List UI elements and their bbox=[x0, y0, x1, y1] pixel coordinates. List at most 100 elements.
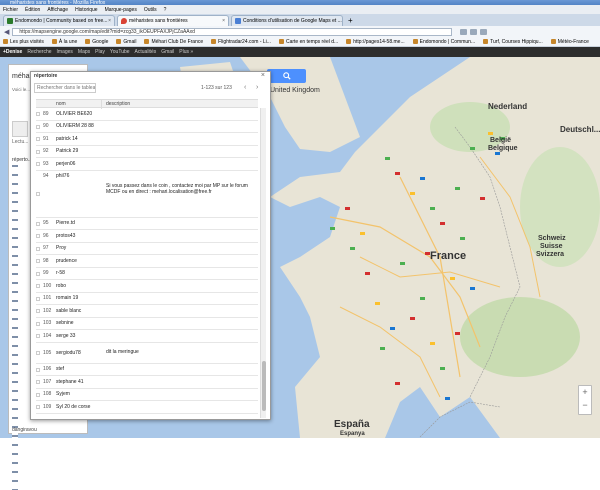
table-row[interactable]: 102 sable blanc bbox=[36, 305, 258, 318]
table-row[interactable]: 106 stef bbox=[36, 364, 258, 376]
row-checkbox[interactable] bbox=[36, 392, 40, 397]
row-checkbox[interactable] bbox=[36, 149, 40, 154]
bookmark-item[interactable]: Google bbox=[85, 39, 108, 45]
bookmark-item[interactable]: À la une bbox=[51, 39, 77, 45]
menu-edition[interactable]: Édition bbox=[25, 7, 40, 13]
table-row[interactable]: 105 sergiodu78 dit la meringue bbox=[36, 343, 258, 364]
zoom-out-button[interactable]: − bbox=[579, 399, 591, 412]
table-row[interactable]: 95 Pierre.td bbox=[36, 218, 258, 230]
home-icon[interactable] bbox=[460, 28, 468, 35]
tab-conditions[interactable]: Conditions d'utilisation de Google Maps … bbox=[231, 15, 343, 26]
column-header-nom[interactable]: nom bbox=[56, 101, 66, 107]
row-checkbox[interactable] bbox=[36, 162, 40, 167]
menu-marque-pages[interactable]: Marque-pages bbox=[105, 7, 137, 13]
map-label-belgique: Belgique bbox=[488, 145, 518, 152]
bookmark-item[interactable]: Les plus visités bbox=[3, 39, 44, 45]
row-checkbox[interactable] bbox=[36, 221, 40, 226]
row-number: 94 bbox=[43, 172, 49, 179]
close-tab-icon[interactable]: × bbox=[222, 18, 225, 24]
row-checkbox[interactable] bbox=[36, 259, 40, 264]
row-nom: Pierre.td bbox=[56, 220, 75, 227]
menu-aide[interactable]: ? bbox=[164, 7, 167, 13]
bookmark-item[interactable]: Flightradar24.com - Li... bbox=[211, 39, 271, 45]
table-row[interactable]: 90 OLIVIERM 28 88 bbox=[36, 121, 258, 133]
row-checkbox[interactable] bbox=[36, 124, 40, 129]
row-checkbox[interactable] bbox=[36, 234, 40, 239]
gbar-images[interactable]: Images bbox=[57, 49, 73, 55]
menu-affichage[interactable]: Affichage bbox=[47, 7, 68, 13]
row-checkbox[interactable] bbox=[36, 137, 40, 142]
table-row[interactable]: 107 stephane 41 bbox=[36, 376, 258, 389]
row-checkbox[interactable] bbox=[36, 334, 40, 339]
last-entry-label: dangiravou bbox=[12, 427, 37, 433]
table-row[interactable]: 103 sebnine bbox=[36, 318, 258, 330]
bookmark-item[interactable]: Météo-France bbox=[550, 39, 589, 45]
row-checkbox[interactable] bbox=[36, 367, 40, 372]
table-row[interactable]: 94 phil76 Si vous passez dans le coin , co… bbox=[36, 171, 258, 218]
row-checkbox[interactable] bbox=[36, 405, 40, 410]
menu-outils[interactable]: Outils bbox=[144, 7, 157, 13]
lecture-button[interactable] bbox=[12, 121, 28, 137]
row-checkbox[interactable] bbox=[36, 321, 40, 326]
table-scrollbar[interactable] bbox=[260, 108, 266, 418]
bookmark-icon[interactable] bbox=[470, 28, 478, 35]
gbar-youtube[interactable]: YouTube bbox=[110, 49, 130, 55]
scrollbar-thumb[interactable] bbox=[262, 361, 266, 411]
repertoire-label[interactable]: réperto... bbox=[12, 157, 32, 163]
table-row[interactable]: 109 Syl 20 de corse bbox=[36, 401, 258, 414]
close-icon[interactable]: × bbox=[261, 72, 265, 79]
row-checkbox[interactable] bbox=[36, 246, 40, 251]
bookmark-item[interactable]: Carte en temps réel d... bbox=[278, 39, 338, 45]
row-checkbox[interactable] bbox=[36, 192, 40, 196]
table-row[interactable]: 97 Proy bbox=[36, 243, 258, 255]
url-field[interactable]: https://mapsengine.google.com/map/edit?m… bbox=[12, 27, 453, 36]
table-row[interactable]: 98 prudence bbox=[36, 255, 258, 268]
table-row[interactable]: 100 robo bbox=[36, 280, 258, 293]
prev-page-icon[interactable]: ‹ bbox=[244, 84, 246, 91]
menu-historique[interactable]: Historique bbox=[75, 7, 98, 13]
row-nom: perjen06 bbox=[56, 160, 76, 167]
table-row[interactable]: 89 OLIVIER BE620 bbox=[36, 108, 258, 121]
bookmark-item[interactable]: Endomondo | Commun... bbox=[412, 39, 475, 45]
close-tab-icon[interactable]: × bbox=[342, 18, 343, 24]
table-row[interactable]: 104 serge 33 bbox=[36, 330, 258, 343]
bookmark-item[interactable]: Gmail bbox=[116, 39, 136, 45]
table-filter-input[interactable] bbox=[34, 83, 96, 93]
gbar-actualites[interactable]: Actualités bbox=[135, 49, 157, 55]
bookmark-item[interactable]: Méhari Club De France bbox=[144, 39, 203, 45]
table-row[interactable]: 93 perjen06 bbox=[36, 158, 258, 171]
column-header-description[interactable]: description bbox=[106, 101, 130, 107]
row-checkbox[interactable] bbox=[36, 351, 40, 355]
table-row[interactable]: 91 patrick 14 bbox=[36, 133, 258, 146]
map-search-button[interactable] bbox=[267, 69, 306, 83]
gbar-plus[interactable]: Plus » bbox=[179, 49, 193, 55]
table-row[interactable]: 108 Syjem bbox=[36, 389, 258, 401]
back-arrow-icon[interactable]: ◀ bbox=[4, 28, 9, 36]
new-tab-button[interactable]: + bbox=[348, 16, 353, 25]
download-icon[interactable] bbox=[480, 28, 488, 35]
bookmark-item[interactable]: http://pages14-58.me... bbox=[346, 39, 405, 45]
row-checkbox[interactable] bbox=[36, 380, 40, 385]
table-row[interactable]: 92 Patrick 29 bbox=[36, 146, 258, 158]
tab-meharistes[interactable]: méharistes sans frontières × bbox=[117, 15, 229, 26]
row-checkbox[interactable] bbox=[36, 296, 40, 301]
toolbar-icons bbox=[460, 28, 490, 35]
row-checkbox[interactable] bbox=[36, 112, 40, 117]
gbar-maps[interactable]: Maps bbox=[78, 49, 90, 55]
next-page-icon[interactable]: › bbox=[256, 84, 258, 91]
row-checkbox[interactable] bbox=[36, 284, 40, 289]
gbar-gmail[interactable]: Gmail bbox=[161, 49, 174, 55]
table-row[interactable]: 96 protos43 bbox=[36, 230, 258, 243]
close-tab-icon[interactable]: × bbox=[108, 18, 111, 24]
gbar-play[interactable]: Play bbox=[95, 49, 105, 55]
menu-fichier[interactable]: Fichier bbox=[3, 7, 18, 13]
table-row[interactable]: 99 r-58 bbox=[36, 268, 258, 280]
tab-endomondo[interactable]: Endomondo | Community based on free... × bbox=[3, 15, 115, 26]
row-checkbox[interactable] bbox=[36, 309, 40, 314]
table-row[interactable]: 101 romain 19 bbox=[36, 293, 258, 305]
gbar-recherche[interactable]: Recherche bbox=[27, 49, 51, 55]
zoom-in-button[interactable]: + bbox=[579, 386, 591, 399]
bookmark-item[interactable]: Turf, Courses Hippiqu... bbox=[483, 39, 543, 45]
row-checkbox[interactable] bbox=[36, 271, 40, 276]
gbar-profile[interactable]: +Denise bbox=[3, 49, 22, 55]
